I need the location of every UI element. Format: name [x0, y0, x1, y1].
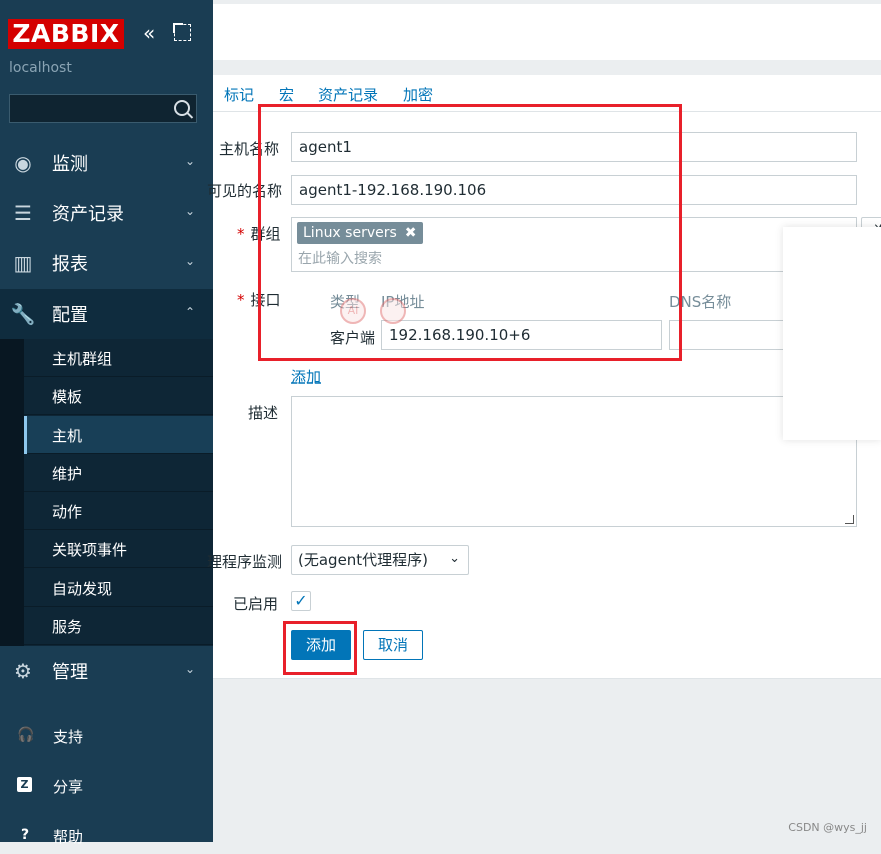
list-icon: ☰ [14, 201, 32, 225]
headset-icon: 🎧 [17, 727, 35, 743]
page-header [213, 4, 881, 60]
submenu-host-groups[interactable]: 主机群组 [24, 339, 213, 377]
eye-icon: ◉ [14, 151, 32, 175]
menu-reports[interactable]: ▥ 报表 ⌄ [0, 238, 213, 288]
watermark: CSDN @wys_jj [788, 821, 867, 834]
chevron-down-icon: ⌄ [184, 204, 195, 218]
description-label: 描述 [248, 404, 279, 422]
chevron-down-icon: ⌄ [184, 154, 195, 168]
menu-share[interactable]: Z 分享 [0, 768, 213, 804]
tab-tags[interactable]: 标记 [224, 84, 254, 105]
gear-icon: ⚙ [14, 659, 32, 683]
tab-encryption[interactable]: 加密 [403, 84, 433, 105]
menu-administration[interactable]: ⚙ 管理 ⌄ [0, 646, 213, 696]
sidebar-search-input[interactable] [9, 94, 197, 123]
zabbix-logo[interactable]: ZABBIX [8, 19, 124, 49]
sidebar: ZABBIX « localhost ◉ 监测 ⌄ ☰ 资产记录 ⌄ ▥ 报表 … [0, 0, 213, 846]
add-interface-link[interactable]: 添加 [291, 366, 321, 387]
tab-macros[interactable]: 宏 [279, 84, 294, 105]
menu-help[interactable]: ? 帮助 [0, 818, 213, 854]
submenu-actions[interactable]: 动作 [24, 492, 213, 530]
search-icon[interactable] [174, 100, 190, 116]
tab-inventory[interactable]: 资产记录 [318, 84, 378, 105]
highlight-box-add-button [283, 621, 357, 675]
highlight-box-form [258, 104, 682, 361]
menu-inventory[interactable]: ☰ 资产记录 ⌄ [0, 188, 213, 238]
submenu-hosts[interactable]: 主机 [24, 416, 213, 454]
menu-label: 配置 [52, 305, 88, 326]
share-icon: Z [17, 777, 32, 792]
kiosk-mode-icon[interactable] [173, 23, 191, 41]
cancel-button[interactable]: 取消 [363, 630, 423, 660]
resize-grip-icon[interactable] [845, 515, 854, 524]
submenu-discovery[interactable]: 自动发现 [24, 569, 213, 607]
menu-label: 资产记录 [52, 204, 124, 225]
chevron-up-icon: ⌃ [184, 305, 195, 319]
submenu-maintenance[interactable]: 维护 [24, 454, 213, 492]
collapse-sidebar-icon[interactable]: « [143, 22, 163, 44]
floating-panel [783, 227, 881, 440]
submenu-event-correlation[interactable]: 关联项事件 [24, 530, 213, 568]
enabled-checkbox[interactable]: ✓ [291, 591, 311, 611]
chevron-down-icon: ⌄ [184, 254, 195, 268]
menu-monitoring[interactable]: ◉ 监测 ⌄ [0, 138, 213, 188]
menu-label: 管理 [52, 662, 88, 683]
server-name: localhost [9, 60, 72, 76]
configuration-submenu: 主机群组 模板 主机 维护 动作 关联项事件 自动发现 服务 [0, 339, 213, 646]
submenu-services[interactable]: 服务 [24, 607, 213, 645]
chevron-down-icon: ⌄ [449, 551, 460, 566]
description-textarea[interactable] [291, 396, 857, 527]
enabled-label: 已启用 [233, 595, 279, 613]
proxy-select[interactable]: (无agent代理程序) ⌄ [291, 545, 469, 575]
menu-configuration[interactable]: 🔧 配置 ⌃ [0, 289, 213, 339]
wrench-icon: 🔧 [10, 302, 36, 326]
bar-chart-icon: ▥ [13, 251, 33, 275]
help-icon: ? [20, 827, 30, 843]
submenu-templates[interactable]: 模板 [24, 377, 213, 415]
menu-label: 监测 [52, 154, 88, 175]
menu-support[interactable]: 🎧 支持 [0, 718, 213, 754]
menu-label: 报表 [52, 254, 88, 275]
chevron-down-icon: ⌄ [184, 662, 195, 676]
proxy-label: 理程序监测 [207, 553, 283, 571]
